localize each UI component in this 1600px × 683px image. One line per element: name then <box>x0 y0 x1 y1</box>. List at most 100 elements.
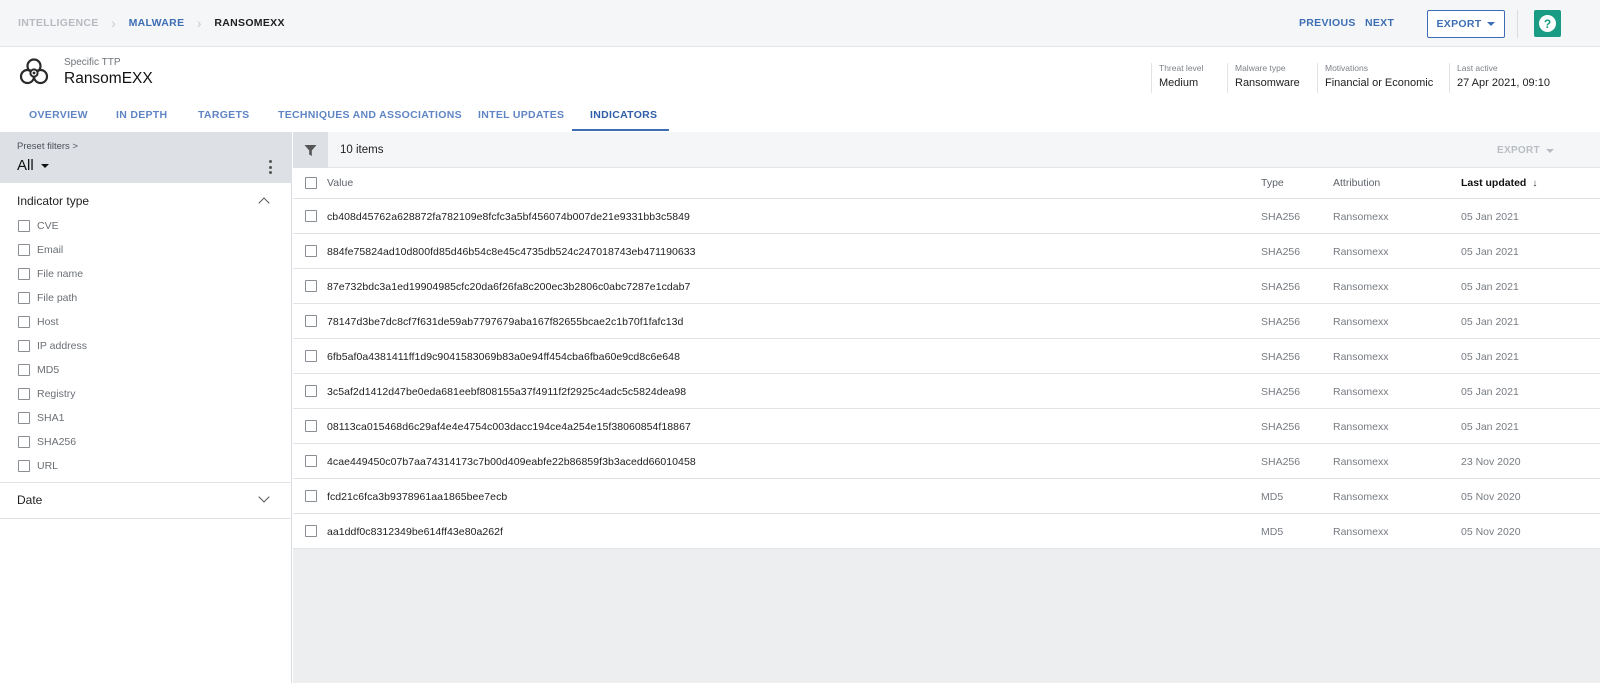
breadcrumb-intelligence[interactable]: INTELLIGENCE <box>18 17 99 29</box>
indicator-value[interactable]: 78147d3be7dc8cf7f631de59ab7797679aba167f… <box>327 316 683 328</box>
export-dropdown-button-disabled[interactable]: EXPORT <box>1497 145 1554 156</box>
row-checkbox[interactable] <box>305 385 317 397</box>
filter-option-registry[interactable]: Registry <box>18 388 76 400</box>
tab-indicators[interactable]: INDICATORS <box>590 109 657 121</box>
indicator-value[interactable]: 08113ca015468d6c29af4e4e4754c003dacc194c… <box>327 421 691 433</box>
meta-threat-level: Threat level Medium <box>1151 63 1203 93</box>
filter-option-cve[interactable]: CVE <box>18 220 59 232</box>
column-header-value[interactable]: Value <box>327 177 353 189</box>
table-row[interactable]: 4cae449450c07b7aa74314173c7b00d409eabfe2… <box>293 444 1600 479</box>
checkbox[interactable] <box>18 220 30 232</box>
table-row[interactable]: cb408d45762a628872fa782109e8fcfc3a5bf456… <box>293 199 1600 234</box>
filter-option-label: Registry <box>37 388 76 400</box>
filter-option-file-path[interactable]: File path <box>18 292 77 304</box>
indicator-value[interactable]: 6fb5af0a4381411ff1d9c9041583069b83a0e94f… <box>327 351 680 363</box>
filter-option-file-name[interactable]: File name <box>18 268 83 280</box>
filter-option-label: Email <box>37 244 64 256</box>
meta-last-active: Last active 27 Apr 2021, 09:10 <box>1449 63 1550 93</box>
row-checkbox[interactable] <box>305 350 317 362</box>
biohazard-icon <box>19 58 49 85</box>
indicator-last-updated: 05 Jan 2021 <box>1461 281 1519 293</box>
date-section-header[interactable]: Date <box>0 482 292 518</box>
checkbox[interactable] <box>18 436 30 448</box>
indicator-type-section-header[interactable]: Indicator type <box>0 183 292 219</box>
filter-option-url[interactable]: URL <box>18 460 58 472</box>
filter-option-label: SHA256 <box>37 436 77 448</box>
table-row[interactable]: 884fe75824ad10d800fd85d46b54c8e45c4735db… <box>293 234 1600 269</box>
checkbox[interactable] <box>18 412 30 424</box>
table-row[interactable]: 78147d3be7dc8cf7f631de59ab7797679aba167f… <box>293 304 1600 339</box>
indicator-last-updated: 05 Nov 2020 <box>1461 526 1521 538</box>
column-header-type[interactable]: Type <box>1261 177 1284 189</box>
indicator-type: SHA256 <box>1261 421 1301 433</box>
preset-filter-dropdown[interactable]: All <box>17 157 49 174</box>
row-checkbox[interactable] <box>305 490 317 502</box>
indicator-last-updated: 05 Nov 2020 <box>1461 491 1521 503</box>
export-dropdown-button[interactable]: EXPORT <box>1427 10 1505 38</box>
tab-intel-updates[interactable]: INTEL UPDATES <box>478 109 564 121</box>
indicator-value[interactable]: 884fe75824ad10d800fd85d46b54c8e45c4735db… <box>327 246 696 258</box>
filter-toggle-button[interactable] <box>293 132 328 168</box>
row-checkbox[interactable] <box>305 245 317 257</box>
sort-arrow-down-icon: ↓ <box>1532 178 1538 189</box>
table-row[interactable]: 6fb5af0a4381411ff1d9c9041583069b83a0e94f… <box>293 339 1600 374</box>
breadcrumb: INTELLIGENCE › MALWARE › RANSOMEXX <box>18 16 285 30</box>
indicator-last-updated: 05 Jan 2021 <box>1461 421 1519 433</box>
indicator-last-updated: 05 Jan 2021 <box>1461 246 1519 258</box>
filter-option-host[interactable]: Host <box>18 316 59 328</box>
tab-in-depth[interactable]: IN DEPTH <box>116 109 167 121</box>
filter-option-label: File name <box>37 268 84 280</box>
previous-button[interactable]: PREVIOUS <box>1299 17 1356 29</box>
column-header-last-updated[interactable]: Last updated ↓ <box>1461 177 1537 189</box>
table-row[interactable]: 08113ca015468d6c29af4e4e4754c003dacc194c… <box>293 409 1600 444</box>
checkbox[interactable] <box>18 316 30 328</box>
kebab-icon[interactable] <box>264 159 276 175</box>
table-row[interactable]: 87e732bdc3a1ed19904985cfc20da6f26fa8c200… <box>293 269 1600 304</box>
table-body: cb408d45762a628872fa782109e8fcfc3a5bf456… <box>293 199 1600 549</box>
select-all-checkbox[interactable] <box>305 177 317 189</box>
checkbox[interactable] <box>18 460 30 472</box>
filter-option-md5[interactable]: MD5 <box>18 364 59 376</box>
filter-sidebar: Preset filters > All Indicator type CVE … <box>0 132 292 683</box>
indicator-value[interactable]: 87e732bdc3a1ed19904985cfc20da6f26fa8c200… <box>327 281 690 293</box>
breadcrumb-malware[interactable]: MALWARE <box>129 17 185 29</box>
row-checkbox[interactable] <box>305 455 317 467</box>
filter-option-ip-address[interactable]: IP address <box>18 340 87 352</box>
row-checkbox[interactable] <box>305 525 317 537</box>
checkbox[interactable] <box>18 340 30 352</box>
indicator-last-updated: 05 Jan 2021 <box>1461 211 1519 223</box>
row-checkbox[interactable] <box>305 280 317 292</box>
checkbox[interactable] <box>18 292 30 304</box>
checkbox[interactable] <box>18 244 30 256</box>
row-checkbox[interactable] <box>305 315 317 327</box>
indicator-value[interactable]: cb408d45762a628872fa782109e8fcfc3a5bf456… <box>327 211 690 223</box>
filter-option-email[interactable]: Email <box>18 244 63 256</box>
checkbox[interactable] <box>18 388 30 400</box>
preset-filters: Preset filters > All <box>0 132 292 183</box>
table-row[interactable]: aa1ddf0c8312349be614ff43e80a262f MD5 Ranso… <box>293 514 1600 549</box>
tab-targets[interactable]: TARGETS <box>198 109 250 121</box>
row-checkbox[interactable] <box>305 420 317 432</box>
table-row[interactable]: 3c5af2d1412d47be0eda681eebf808155a37f491… <box>293 374 1600 409</box>
row-checkbox[interactable] <box>305 210 317 222</box>
indicator-attribution: Ransomexx <box>1333 351 1389 363</box>
indicator-value[interactable]: 3c5af2d1412d47be0eda681eebf808155a37f491… <box>327 386 686 398</box>
entity-title: RansomEXX <box>64 70 153 87</box>
indicator-type: SHA256 <box>1261 281 1301 293</box>
column-header-attribution[interactable]: Attribution <box>1333 177 1380 189</box>
indicator-value[interactable]: aa1ddf0c8312349be614ff43e80a262f <box>327 526 503 538</box>
checkbox[interactable] <box>18 268 30 280</box>
preset-filters-link[interactable]: Preset filters > <box>17 141 78 152</box>
help-button[interactable]: ? <box>1534 10 1561 37</box>
table-row[interactable]: fcd21c6fca3b9378961aa1865bee7ecb MD5 Ranso… <box>293 479 1600 514</box>
filter-option-label: File path <box>37 292 78 304</box>
tab-techniques-and-associations[interactable]: TECHNIQUES AND ASSOCIATIONS <box>278 109 462 121</box>
tab-overview[interactable]: OVERVIEW <box>29 109 88 121</box>
filter-option-sha1[interactable]: SHA1 <box>18 412 64 424</box>
indicator-value[interactable]: fcd21c6fca3b9378961aa1865bee7ecb <box>327 491 507 503</box>
indicator-value[interactable]: 4cae449450c07b7aa74314173c7b00d409eabfe2… <box>327 456 696 468</box>
filter-option-sha256[interactable]: SHA256 <box>18 436 76 448</box>
next-button[interactable]: NEXT <box>1365 17 1394 29</box>
checkbox[interactable] <box>18 364 30 376</box>
tab-bar: OVERVIEW IN DEPTH TARGETS TECHNIQUES AND… <box>0 98 1600 132</box>
